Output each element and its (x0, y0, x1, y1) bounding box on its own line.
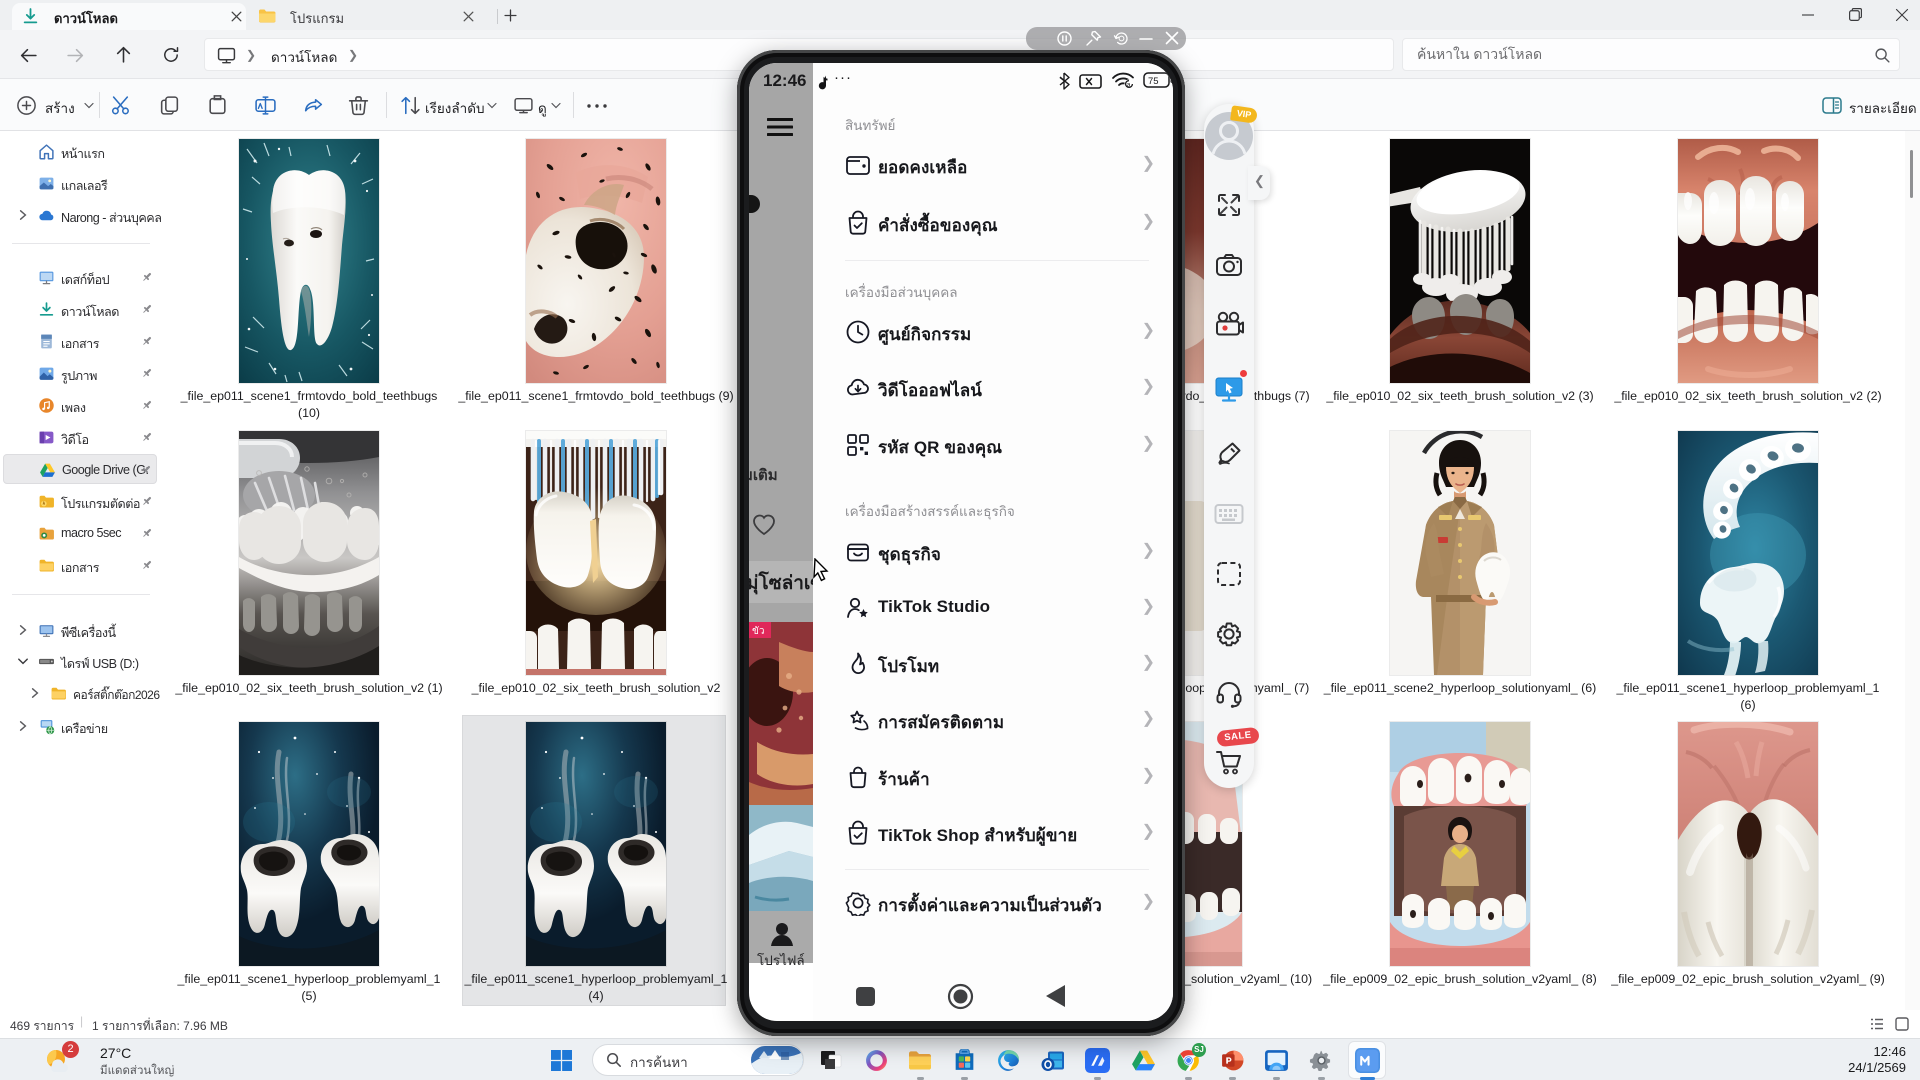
svg-text:75: 75 (1148, 76, 1159, 87)
svg-text:ขัว: ขัว (752, 626, 764, 637)
svg-text:a: a (1127, 81, 1131, 88)
